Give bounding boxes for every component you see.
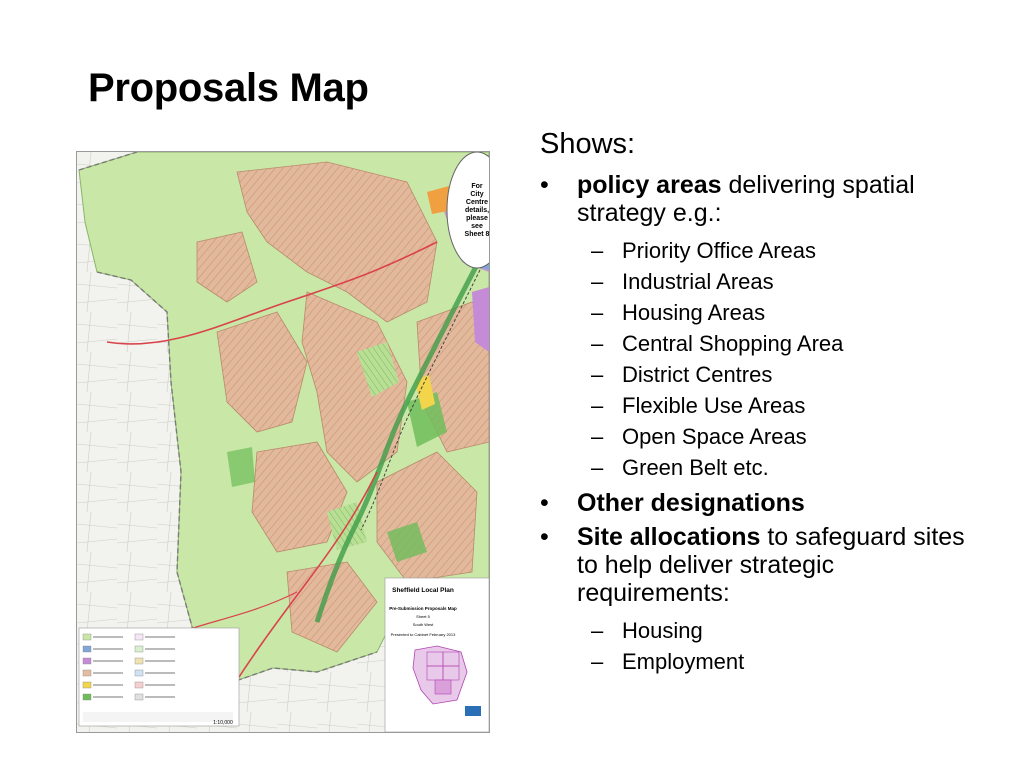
legend-entry-line <box>145 672 175 674</box>
map-panel-sheet: Sheet 5 <box>416 614 431 619</box>
legend-entry-line <box>145 696 175 698</box>
sub-item: – Priority Office Areas <box>577 235 980 266</box>
slide-content: Shows: • policy areas delivering spatial … <box>540 128 980 683</box>
dash-marker: – <box>591 618 604 643</box>
dash-marker: – <box>591 300 604 325</box>
sub-list: – Housing – Employment <box>577 615 980 677</box>
sub-item-label: District Centres <box>622 362 773 387</box>
legend-swatch <box>82 669 92 677</box>
legend-swatch <box>134 633 144 641</box>
legend-entry-line <box>93 684 123 686</box>
proposals-map-image: For City Centre details, please see Sheet 8 Sh… <box>76 151 490 733</box>
bullet-marker: • <box>540 171 549 199</box>
legend-swatch <box>82 633 92 641</box>
legend-swatch <box>134 669 144 677</box>
intro-text: Shows: <box>540 128 636 160</box>
sub-item: – Housing Areas <box>577 297 980 328</box>
sub-list: – Priority Office Areas – Industrial Areas –… <box>577 235 980 483</box>
sub-item: – Open Space Areas <box>577 421 980 452</box>
legend-entry-line <box>93 636 123 638</box>
legend-swatch <box>134 693 144 701</box>
sub-item: – Employment <box>577 646 980 677</box>
sub-item-label: Priority Office Areas <box>622 238 816 263</box>
sub-item: – District Centres <box>577 359 980 390</box>
legend-entry-line <box>145 636 175 638</box>
map-panel-title: Pre-Submission Proposals Map <box>389 606 457 611</box>
slide-title: Proposals Map <box>88 66 369 110</box>
legend-swatch <box>82 657 92 665</box>
legend-entry-line <box>145 648 175 650</box>
legend-swatch <box>134 681 144 689</box>
legend-swatch <box>134 657 144 665</box>
sub-item-label: Green Belt etc. <box>622 455 769 480</box>
sub-item-label: Housing Areas <box>622 300 766 325</box>
legend-swatch <box>82 693 92 701</box>
map-scale: 1:10,000 <box>213 720 233 726</box>
legend-entry-line <box>93 648 123 650</box>
dash-marker: – <box>591 455 604 480</box>
map-legend <box>78 627 240 727</box>
legend-entry-line <box>145 660 175 662</box>
sub-item-label: Open Space Areas <box>622 424 807 449</box>
bullet-heading: Other designations <box>577 489 805 517</box>
bullet-list: • policy areas delivering spatial strateg… <box>540 171 980 677</box>
sub-item-label: Central Shopping Area <box>622 331 844 356</box>
dash-marker: – <box>591 238 604 263</box>
legend-swatch <box>134 645 144 653</box>
legend-entry-line <box>93 696 123 698</box>
map-panel-area: South West <box>413 622 434 627</box>
bullet-item: • policy areas delivering spatial strateg… <box>540 171 980 483</box>
legend-swatch <box>82 681 92 689</box>
bullet-heading: policy areas <box>577 171 722 199</box>
dash-marker: – <box>591 649 604 674</box>
bullet-item: • Site allocations to safeguard sites to … <box>540 523 980 677</box>
sub-item: – Green Belt etc. <box>577 452 980 483</box>
dash-marker: – <box>591 393 604 418</box>
legend-entry-line <box>93 672 123 674</box>
map-panel-presented: Presented to Cabinet February 2013 <box>391 632 456 637</box>
sub-item: – Industrial Areas <box>577 266 980 297</box>
sub-item-label: Employment <box>622 649 745 674</box>
sub-item-label: Housing <box>622 618 703 643</box>
dash-marker: – <box>591 269 604 294</box>
dash-marker: – <box>591 362 604 387</box>
bullet-marker: • <box>540 523 549 551</box>
sub-item: – Central Shopping Area <box>577 328 980 359</box>
legend-entry-line <box>145 684 175 686</box>
open-space-area <box>227 447 255 487</box>
legend-entry-line <box>93 660 123 662</box>
sub-item-label: Flexible Use Areas <box>622 393 806 418</box>
dash-marker: – <box>591 424 604 449</box>
sub-item-label: Industrial Areas <box>622 269 774 294</box>
sub-item: – Housing <box>577 615 980 646</box>
bullet-marker: • <box>540 489 549 517</box>
bullet-heading: Site allocations <box>577 523 761 551</box>
sub-item: – Flexible Use Areas <box>577 390 980 421</box>
legend-swatch <box>82 645 92 653</box>
bullet-item: • Other designations <box>540 489 980 517</box>
map-panel-header: Sheffield Local Plan <box>392 587 454 594</box>
dash-marker: – <box>591 331 604 356</box>
